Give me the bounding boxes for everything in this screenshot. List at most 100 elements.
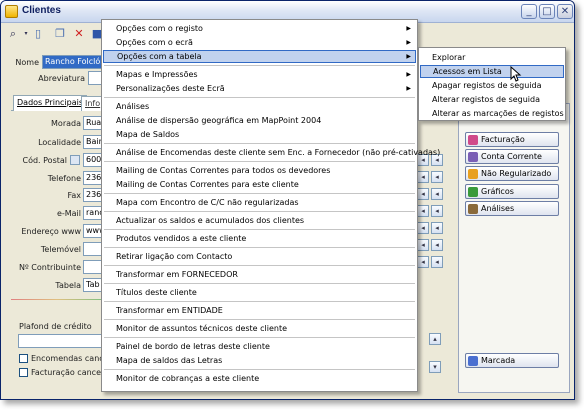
menu-item[interactable]: Mapa com Encontro de C/C não regularizad… [103, 196, 416, 209]
menu-item[interactable]: Títulos deste cliente [103, 286, 416, 299]
menu-separator [104, 211, 415, 212]
submenu-item[interactable]: Alterar as marcações de registos [420, 107, 564, 120]
maximize-button[interactable]: □ [539, 4, 555, 19]
nao-regularizado-button-label: Não Regularizado [481, 169, 552, 178]
field-arrow-button[interactable]: ◂ [417, 239, 429, 251]
postal-lookup-icon[interactable] [70, 155, 80, 165]
menu-separator [104, 369, 415, 370]
submenu-arrow-icon: ▶ [406, 25, 411, 32]
menu-separator [104, 247, 415, 248]
submenu-item[interactable]: Acessos em Lista [420, 65, 564, 78]
facturacao-checkbox[interactable] [19, 368, 28, 377]
menu-item[interactable]: Retirar ligação com Contacto [103, 250, 416, 263]
telemovel-label: Telemóvel [40, 245, 81, 254]
encomendas-checkbox[interactable] [19, 354, 28, 363]
email-label: e-Mail [56, 209, 81, 218]
menu-item[interactable]: Transformar em FORNECEDOR [103, 268, 416, 281]
submenu-item[interactable]: Apagar registos de seguida [420, 79, 564, 92]
field-arrow-button[interactable]: ◂ [417, 205, 429, 217]
submenu-item[interactable]: Alterar registos de seguida [420, 93, 564, 106]
graficos-button[interactable]: Gráficos [465, 184, 559, 199]
field-arrow-button[interactable]: ◂ [431, 239, 443, 251]
field-arrow-button[interactable]: ◂ [417, 256, 429, 268]
invoice-icon [468, 135, 478, 145]
menu-item[interactable]: Mailing de Contas Correntes para este cl… [103, 178, 416, 191]
conta-corrente-button[interactable]: Conta Corrente [465, 149, 559, 164]
minimize-button[interactable]: _ [521, 4, 537, 19]
submenu-arrow-icon: ▶ [406, 53, 411, 60]
nome-field[interactable]: Rancho Folclór [42, 55, 102, 69]
graficos-button-label: Gráficos [481, 187, 514, 196]
menu-item[interactable]: Actualizar os saldos e acumulados dos cl… [103, 214, 416, 227]
email-field[interactable]: ranc [83, 206, 103, 220]
menu-separator [104, 97, 415, 98]
facturacao-button[interactable]: Facturação [465, 132, 559, 147]
menu-item[interactable]: Produtos vendidos a este cliente [103, 232, 416, 245]
menu-separator [104, 283, 415, 284]
delete-icon[interactable]: ✕ [72, 27, 86, 41]
tabela-field[interactable]: Tab [83, 278, 103, 292]
menu-item[interactable]: Monitor de assuntos técnicos deste clien… [103, 322, 416, 335]
copy-icon[interactable]: ❐ [53, 27, 67, 41]
tab-dados-principais[interactable]: Dados Principais [13, 95, 88, 111]
telemovel-field[interactable] [83, 242, 103, 256]
scroll-down-button[interactable]: ▾ [429, 361, 441, 373]
field-arrow-button[interactable]: ◂ [431, 205, 443, 217]
menu-separator [104, 229, 415, 230]
mouse-cursor-icon [510, 66, 522, 82]
facturacao-button-label: Facturação [481, 135, 525, 144]
contribuinte-field[interactable] [83, 260, 103, 274]
field-arrow-button[interactable]: ◂ [417, 222, 429, 234]
menu-item[interactable]: Mapas e Impressões [103, 68, 416, 81]
toolbar: ⌕ ▾ ▯ ❐ ✕ ■ [2, 23, 112, 45]
marcada-button[interactable]: Marcada [465, 353, 559, 368]
menu-item[interactable]: Análise de Encomendas deste cliente sem … [103, 146, 440, 159]
morada-field[interactable]: Rua Joa [83, 116, 103, 130]
menu-item[interactable]: Painel de bordo de letras deste cliente [103, 340, 416, 353]
field-arrow-button[interactable]: ◂ [431, 222, 443, 234]
warning-icon [468, 169, 478, 179]
nao-regularizado-button[interactable]: Não Regularizado [465, 166, 559, 181]
menu-item[interactable]: Mapa de Saldos [103, 128, 416, 141]
abreviatura-field[interactable] [88, 71, 102, 85]
field-arrow-button[interactable]: ◂ [417, 171, 429, 183]
fax-field[interactable]: 236 [83, 188, 103, 202]
submenu-arrow-icon: ▶ [406, 85, 411, 92]
endereco-www-field[interactable]: www [83, 224, 103, 238]
menu-item[interactable]: Mapa de saldos das Letras [103, 354, 416, 367]
field-arrow-button[interactable]: ◂ [431, 188, 443, 200]
telefone-label: Telefone [47, 174, 81, 183]
menu-item[interactable]: Análises [103, 100, 416, 113]
submenu-arrow-icon: ▶ [406, 39, 411, 46]
field-arrow-button[interactable]: ◂ [417, 188, 429, 200]
localidade-field[interactable]: Bairro B [83, 135, 103, 149]
menu-item[interactable]: Monitor de cobranças a este cliente [103, 372, 416, 385]
menu-item[interactable]: Mailing de Contas Correntes para todos o… [103, 164, 416, 177]
telefone-field[interactable]: 236 [83, 171, 103, 185]
cod-postal-field[interactable]: 600 [83, 153, 103, 167]
mark-icon [468, 356, 478, 366]
morada-label: Morada [51, 119, 81, 128]
close-button[interactable]: ✕ [557, 4, 573, 19]
color-strip [11, 299, 103, 300]
menu-item[interactable]: Análise de dispersão geográfica em MapPo… [103, 114, 416, 127]
menu-separator [104, 319, 415, 320]
new-doc-icon[interactable]: ▯ [31, 27, 45, 41]
menu-separator [104, 193, 415, 194]
field-arrow-button[interactable]: ◂ [431, 171, 443, 183]
scroll-up-button[interactable]: ▴ [429, 333, 441, 345]
plafond-field[interactable] [18, 334, 104, 348]
chart-icon [468, 187, 478, 197]
search-icon[interactable]: ⌕ [6, 27, 20, 41]
menu-item[interactable]: Opções com o registo [103, 22, 416, 35]
field-arrow-button[interactable]: ◂ [431, 256, 443, 268]
menu-item[interactable]: Transformar em ENTIDADE [103, 304, 416, 317]
menu-item[interactable]: Opções com o ecrã [103, 36, 416, 49]
menu-separator [104, 65, 415, 66]
menu-item[interactable]: Opções com a tabela [103, 50, 416, 63]
submenu-arrow-icon: ▶ [406, 71, 411, 78]
analises-button[interactable]: Análises [465, 201, 559, 216]
submenu-item[interactable]: Explorar [420, 51, 564, 64]
cod-postal-label: Cód. Postal [22, 156, 67, 165]
menu-item[interactable]: Personalizações deste Ecrã [103, 82, 416, 95]
